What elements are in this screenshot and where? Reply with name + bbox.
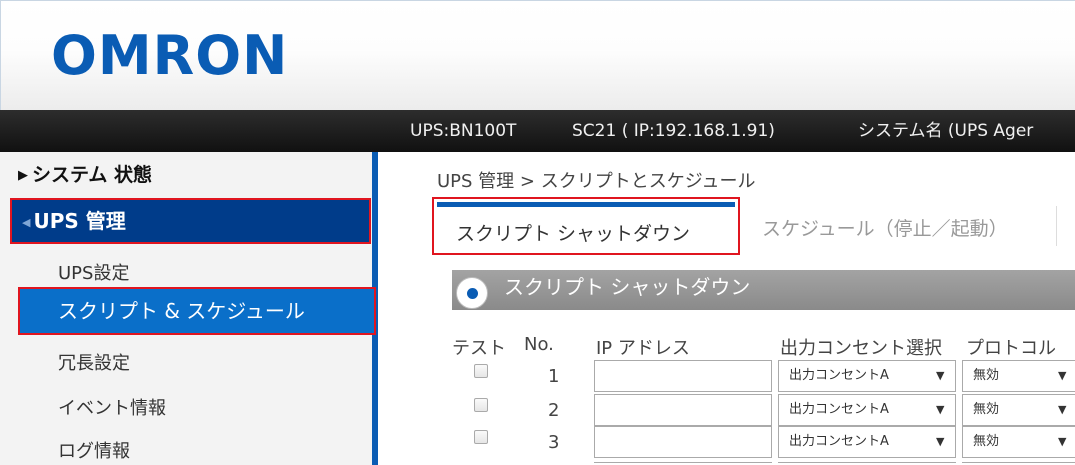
tab-schedule[interactable]: スケジュール（停止／起動） <box>762 214 1008 241</box>
section-radio-icon <box>456 277 488 309</box>
protocol-select[interactable]: 無効 ▼ <box>962 426 1075 458</box>
sidebar-item-script-schedule[interactable]: スクリプト & スケジュール <box>18 287 376 335</box>
dropdown-arrow-icon: ▼ <box>936 403 945 416</box>
page-header: OMRON <box>0 0 1075 110</box>
protocol-select-value: 無効 <box>973 434 1000 449</box>
outlet-select[interactable]: 出力コンセントA ▼ <box>778 426 956 458</box>
column-header-outlet: 出力コンセント選択 <box>780 338 942 359</box>
row-number: 3 <box>548 432 560 453</box>
dropdown-arrow-icon: ▼ <box>1058 369 1067 382</box>
sidebar-item-ups-management[interactable]: ◀ UPS 管理 <box>10 198 371 244</box>
protocol-select-value: 無効 <box>973 402 1000 417</box>
dropdown-arrow-icon: ▼ <box>1058 403 1067 416</box>
card-ip-text: SC21 ( IP:192.168.1.91) <box>572 121 775 141</box>
sidebar-item-system-state[interactable]: ▶ システム 状態 <box>18 160 152 187</box>
protocol-select[interactable]: 無効 ▼ <box>962 394 1075 426</box>
column-header-protocol: プロトコル <box>966 338 1056 359</box>
ip-address-input[interactable] <box>594 360 772 392</box>
ups-model-text: UPS:BN100T <box>410 121 517 141</box>
test-checkbox[interactable] <box>474 364 488 378</box>
tab-divider <box>1056 206 1057 246</box>
column-header-ip: IP アドレス <box>596 338 690 359</box>
active-tab-indicator <box>437 202 735 207</box>
tab-label: スクリプト シャットダウン <box>456 223 691 245</box>
outlet-select-value: 出力コンセントA <box>789 434 889 449</box>
status-bar: UPS:BN100T SC21 ( IP:192.168.1.91) システム名… <box>0 110 1075 152</box>
table-row: 1 出力コンセントA ▼ 無効 ▼ <box>0 360 1075 394</box>
row-number: 2 <box>548 400 560 421</box>
ip-address-input[interactable] <box>594 426 772 458</box>
outlet-select-value: 出力コンセントA <box>789 368 889 383</box>
test-checkbox[interactable] <box>474 430 488 444</box>
sidebar-item-label: UPS 管理 <box>33 209 126 233</box>
sidebar-item-ups-settings[interactable]: UPS設定 <box>58 259 129 285</box>
dropdown-arrow-icon: ▼ <box>936 369 945 382</box>
dropdown-arrow-icon: ▼ <box>936 435 945 448</box>
omron-logo: OMRON <box>51 24 289 87</box>
table-row: 3 出力コンセントA ▼ 無効 ▼ <box>0 426 1075 460</box>
section-title: スクリプト シャットダウン <box>504 275 751 299</box>
triangle-right-icon: ▶ <box>18 168 28 183</box>
row-number: 1 <box>548 366 560 387</box>
outlet-select[interactable]: 出力コンセントA ▼ <box>778 360 956 392</box>
column-header-test: テスト <box>452 338 506 359</box>
protocol-select[interactable]: 無効 ▼ <box>962 360 1075 392</box>
protocol-select-value: 無効 <box>973 368 1000 383</box>
tab-script-shutdown[interactable]: スクリプト シャットダウン <box>432 197 740 255</box>
column-header-no: No. <box>524 334 554 355</box>
test-checkbox[interactable] <box>474 398 488 412</box>
triangle-left-icon: ◀ <box>22 216 31 229</box>
dropdown-arrow-icon: ▼ <box>1058 435 1067 448</box>
outlet-select[interactable]: 出力コンセントA ▼ <box>778 394 956 426</box>
system-name-text: システム名 (UPS Ager <box>858 121 1034 141</box>
ip-address-input[interactable] <box>594 394 772 426</box>
table-row: 2 出力コンセントA ▼ 無効 ▼ <box>0 394 1075 428</box>
sidebar-item-label: システム 状態 <box>32 164 153 186</box>
section-header: スクリプト シャットダウン <box>452 270 1075 310</box>
outlet-select-value: 出力コンセントA <box>789 402 889 417</box>
breadcrumb: UPS 管理 > スクリプトとスケジュール <box>437 171 756 192</box>
